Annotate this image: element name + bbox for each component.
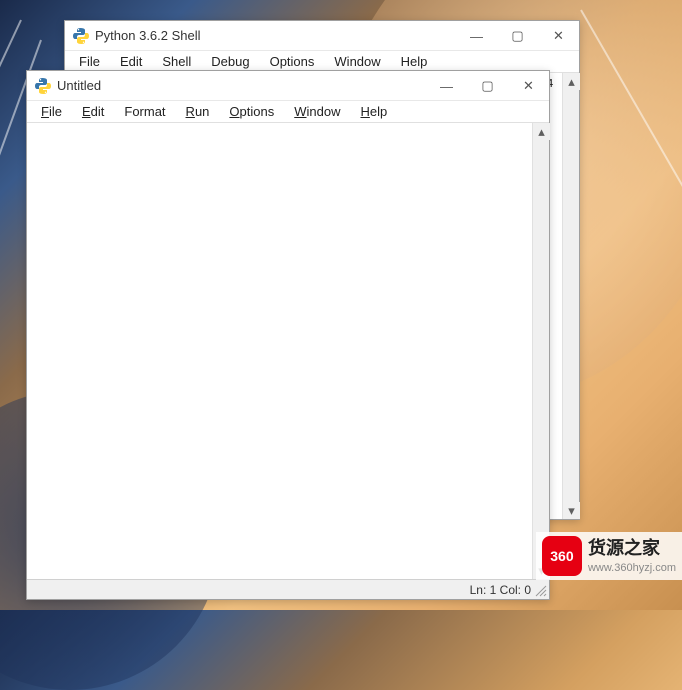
maximize-button[interactable]: ▢ [467, 71, 508, 101]
menu-window[interactable]: Window [284, 102, 350, 121]
shell-titlebar[interactable]: Python 3.6.2 Shell — ▢ ✕ [65, 21, 579, 51]
close-button[interactable]: ✕ [538, 21, 579, 51]
watermark-badge: 360 [542, 536, 582, 576]
editor-titlebar[interactable]: Untitled — ▢ ✕ [27, 71, 549, 101]
shell-title: Python 3.6.2 Shell [95, 28, 456, 43]
editor-text-area[interactable] [27, 123, 532, 579]
menu-file[interactable]: File [69, 52, 110, 71]
menu-debug[interactable]: Debug [201, 52, 259, 71]
menu-help[interactable]: Help [391, 52, 438, 71]
resize-grip-icon[interactable] [535, 585, 547, 597]
menu-format[interactable]: Format [114, 102, 175, 121]
menu-options[interactable]: Options [219, 102, 284, 121]
scroll-down-icon[interactable]: ▾ [563, 502, 580, 519]
minimize-button[interactable]: — [456, 21, 497, 51]
shell-window-controls: — ▢ ✕ [456, 21, 579, 50]
watermark-url: www.360hyzj.com [588, 561, 676, 575]
menu-file[interactable]: File [31, 102, 72, 121]
watermark: 360 货源之家 www.360hyzj.com [536, 532, 682, 580]
menu-window[interactable]: Window [324, 52, 390, 71]
minimize-button[interactable]: — [426, 71, 467, 101]
menu-edit[interactable]: Edit [72, 102, 114, 121]
editor-window-controls: — ▢ ✕ [426, 71, 549, 100]
shell-scrollbar[interactable]: ▴ ▾ [562, 73, 579, 519]
python-icon [73, 28, 89, 44]
editor-scrollbar[interactable]: ▴ ▾ [532, 123, 549, 579]
scroll-up-icon[interactable]: ▴ [563, 73, 580, 90]
editor-statusbar: Ln: 1 Col: 0 [27, 579, 549, 599]
scroll-up-icon[interactable]: ▴ [533, 123, 550, 140]
menu-run[interactable]: Run [176, 102, 220, 121]
editor-content: ▴ ▾ [27, 123, 549, 579]
menu-shell[interactable]: Shell [152, 52, 201, 71]
menu-edit[interactable]: Edit [110, 52, 152, 71]
editor-title: Untitled [57, 78, 426, 93]
menu-options[interactable]: Options [260, 52, 325, 71]
status-position: Ln: 1 Col: 0 [470, 583, 531, 597]
python-icon [35, 78, 51, 94]
menu-help[interactable]: Help [350, 102, 397, 121]
close-button[interactable]: ✕ [508, 71, 549, 101]
editor-menubar: File Edit Format Run Options Window Help [27, 101, 549, 123]
watermark-title: 货源之家 [588, 537, 676, 560]
maximize-button[interactable]: ▢ [497, 21, 538, 51]
editor-window: Untitled — ▢ ✕ File Edit Format Run Opti… [26, 70, 550, 600]
